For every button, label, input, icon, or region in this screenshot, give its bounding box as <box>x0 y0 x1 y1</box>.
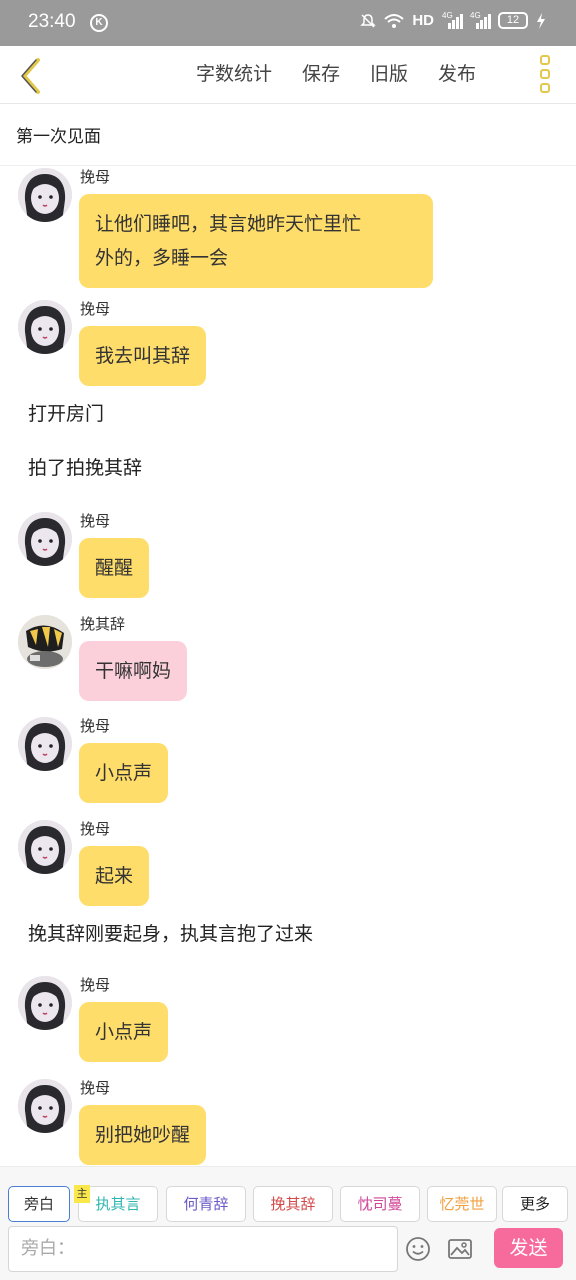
status-indicators: HD 4G 4G 12 <box>360 11 546 29</box>
wifi-icon <box>384 13 404 28</box>
smiley-icon <box>406 1237 430 1261</box>
message-text-line: 我去叫其辞 <box>95 345 191 367</box>
character-selector: 旁白 执其言 主 何青辞 挽其辞 忱司蔓 忆莞世 更多 <box>0 1166 576 1224</box>
sender-name: 挽母 <box>80 820 111 838</box>
main-character-badge: 主 <box>74 1185 90 1203</box>
message-bubble[interactable]: 干嘛啊妈 <box>79 641 188 701</box>
word-count-button[interactable]: 字数统计 <box>196 59 272 86</box>
character-tab-narrator[interactable]: 旁白 <box>8 1186 70 1222</box>
editor-header: 字数统计 保存 旧版 发布 <box>0 46 576 104</box>
header-menu: 字数统计 保存 旧版 发布 <box>196 59 476 86</box>
character-tab-heqingci[interactable]: 何青辞 <box>166 1186 246 1222</box>
emoji-button[interactable] <box>405 1236 431 1262</box>
chat-area[interactable]: 挽母 让他们睡吧，其言她昨天忙里忙 外的，多睡一会 挽母 我去叫其辞 打开房门 … <box>0 166 576 1166</box>
network-type-label: HD <box>412 12 434 29</box>
avatar-mother[interactable] <box>18 1079 72 1133</box>
message-bubble[interactable]: 小点声 <box>79 1002 169 1062</box>
chat-message[interactable]: 挽母 起来 <box>0 818 576 906</box>
avatar-mother[interactable] <box>18 717 72 771</box>
chat-message[interactable]: 挽母 别把她吵醒 <box>0 1077 576 1165</box>
message-bubble[interactable]: 让他们睡吧，其言她昨天忙里忙 外的，多睡一会 <box>79 194 433 288</box>
charging-icon <box>537 12 545 29</box>
sender-name: 挽母 <box>80 512 111 530</box>
avatar-mother[interactable] <box>18 976 72 1030</box>
story-title[interactable]: 第一次见面 <box>16 122 101 147</box>
narration-text[interactable]: 打开房门 <box>28 399 104 426</box>
message-text-line: 小点声 <box>95 762 153 784</box>
sender-name: 挽母 <box>80 976 111 994</box>
message-text-line: 干嘛啊妈 <box>95 660 172 682</box>
signal-icon-1: 4G <box>442 11 463 29</box>
image-icon <box>448 1239 472 1259</box>
message-bubble[interactable]: 别把她吵醒 <box>79 1105 207 1165</box>
image-button[interactable] <box>447 1236 473 1262</box>
more-characters-button[interactable]: 更多 <box>502 1186 568 1222</box>
mute-bell-icon <box>360 13 377 28</box>
sender-name: 挽母 <box>80 1079 111 1097</box>
avatar-mother[interactable] <box>18 820 72 874</box>
message-text-line: 醒醒 <box>95 557 134 579</box>
sender-name: 挽其辞 <box>80 615 126 633</box>
message-bubble[interactable]: 醒醒 <box>79 538 150 598</box>
character-tab-chensiman[interactable]: 忱司蔓 <box>340 1186 420 1222</box>
chevron-left-icon <box>21 58 40 94</box>
chat-message[interactable]: 挽母 小点声 <box>0 974 576 1062</box>
back-button[interactable] <box>12 54 52 94</box>
message-bubble[interactable]: 起来 <box>79 846 150 906</box>
message-bubble[interactable]: 小点声 <box>79 743 169 803</box>
send-button[interactable]: 发送 <box>494 1228 563 1268</box>
avatar-mother[interactable] <box>18 300 72 354</box>
sender-name: 挽母 <box>80 717 111 735</box>
k-badge-icon: K <box>90 14 108 32</box>
message-bubble[interactable]: 我去叫其辞 <box>79 326 207 386</box>
chat-message[interactable]: 挽母 醒醒 <box>0 510 576 598</box>
chat-message[interactable]: 挽其辞 干嘛啊妈 <box>0 613 576 701</box>
message-text-line: 外的，多睡一会 <box>95 247 229 269</box>
avatar-mother[interactable] <box>18 512 72 566</box>
character-tab-yiwanshi[interactable]: 忆莞世 <box>427 1186 497 1222</box>
status-time: 23:40 <box>28 11 76 32</box>
avatar-mother[interactable] <box>18 168 72 222</box>
old-version-button[interactable]: 旧版 <box>370 59 408 86</box>
chat-message[interactable]: 挽母 我去叫其辞 <box>0 298 576 386</box>
narration-text[interactable]: 挽其辞刚要起身，执其言抱了过来 <box>28 919 313 946</box>
character-tab-wanqici[interactable]: 挽其辞 <box>253 1186 333 1222</box>
input-bar: 旁白： 发送 <box>0 1224 576 1280</box>
chat-message[interactable]: 挽母 让他们睡吧，其言她昨天忙里忙 外的，多睡一会 <box>0 166 576 288</box>
message-text-line: 起来 <box>95 865 134 887</box>
signal-icon-2: 4G <box>470 11 491 29</box>
publish-button[interactable]: 发布 <box>438 59 476 86</box>
message-text-line: 小点声 <box>95 1021 153 1043</box>
sender-name: 挽母 <box>80 300 111 318</box>
narration-text[interactable]: 拍了拍挽其辞 <box>28 453 142 480</box>
message-text-line: 让他们睡吧，其言她昨天忙里忙 <box>95 213 362 235</box>
chat-message[interactable]: 挽母 小点声 <box>0 715 576 803</box>
battery-icon: 12 <box>498 12 528 29</box>
message-input[interactable]: 旁白： <box>8 1226 398 1272</box>
status-bar: 23:40 K HD 4G 4G 12 <box>0 0 576 46</box>
sender-name: 挽母 <box>80 168 111 186</box>
more-options-button[interactable] <box>534 53 556 95</box>
avatar-son[interactable] <box>18 615 72 669</box>
character-tab-zhiqiyan[interactable]: 执其言 <box>78 1186 158 1222</box>
save-button[interactable]: 保存 <box>302 59 340 86</box>
message-text-line: 别把她吵醒 <box>95 1124 191 1146</box>
